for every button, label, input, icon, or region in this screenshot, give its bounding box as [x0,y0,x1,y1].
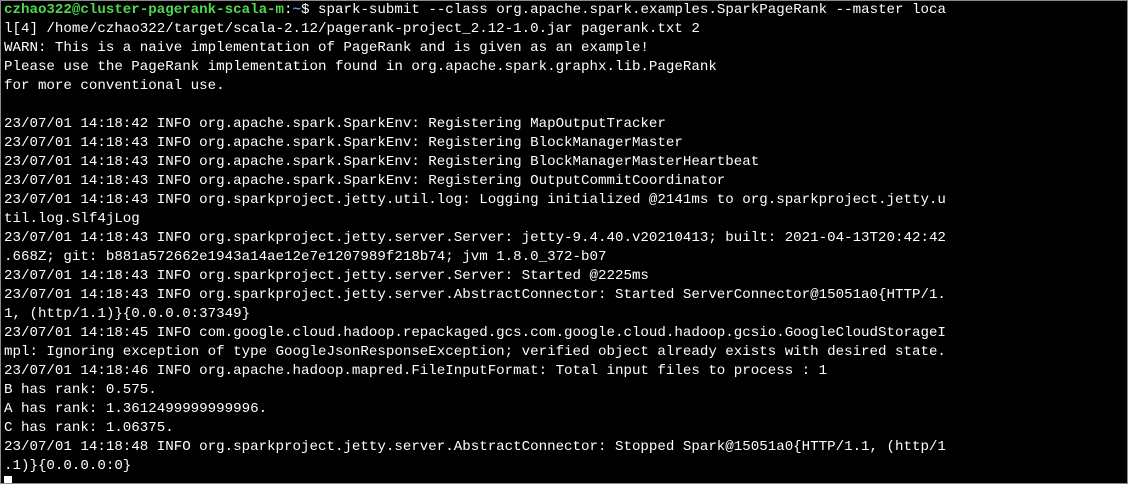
prompt-separator: : [284,2,293,18]
output-line: WARN: This is a naive implementation of … [4,40,649,56]
prompt-user-host: czhao322@cluster-pagerank-scala-m [4,2,285,18]
output-line: 23/07/01 14:18:45 INFO com.google.cloud.… [4,325,946,341]
output-line: 23/07/01 14:18:43 INFO org.apache.spark.… [4,154,760,170]
output-line: 23/07/01 14:18:43 INFO org.sparkproject.… [4,230,946,246]
output-line: l[4] /home/czhao322/target/scala-2.12/pa… [4,21,700,37]
cursor-line [4,476,1127,483]
output-line: .668Z; git: b881a572662e1943a14ae12e7e12… [4,249,607,265]
terminal-window[interactable]: czhao322@cluster-pagerank-scala-m:~$ spa… [0,0,1128,484]
output-line: 23/07/01 14:18:43 INFO org.sparkproject.… [4,268,649,284]
output-line: mpl: Ignoring exception of type GoogleJs… [4,344,946,360]
output-line: 23/07/01 14:18:43 INFO org.sparkproject.… [4,287,946,303]
output-line: C has rank: 1.06375. [4,420,174,436]
output-line: 23/07/01 14:18:46 INFO org.apache.hadoop… [4,363,828,379]
command-line: czhao322@cluster-pagerank-scala-m:~$ spa… [4,1,1127,20]
output-line: A has rank: 1.3612499999999996. [4,401,268,417]
output-line: Please use the PageRank implementation f… [4,59,717,75]
output-line: 1, (http/1.1)}{0.0.0.0:37349} [4,306,251,322]
output-line: .1)}{0.0.0.0:0} [4,458,132,474]
output-line: 23/07/01 14:18:43 INFO org.apache.spark.… [4,173,726,189]
prompt-path: ~ [292,2,302,18]
output-line: 23/07/01 14:18:42 INFO org.apache.spark.… [4,116,666,132]
prompt-symbol: $ [301,2,319,18]
output-line: 23/07/01 14:18:48 INFO org.sparkproject.… [4,439,946,455]
output-line: 23/07/01 14:18:43 INFO org.apache.spark.… [4,135,683,151]
output-line: for more conventional use. [4,78,225,94]
output-line: B has rank: 0.575. [4,382,157,398]
terminal-cursor [4,476,12,483]
command-text: spark-submit --class org.apache.spark.ex… [318,2,946,18]
output-line: 23/07/01 14:18:43 INFO org.sparkproject.… [4,192,946,208]
output-line: til.log.Slf4jLog [4,211,140,227]
